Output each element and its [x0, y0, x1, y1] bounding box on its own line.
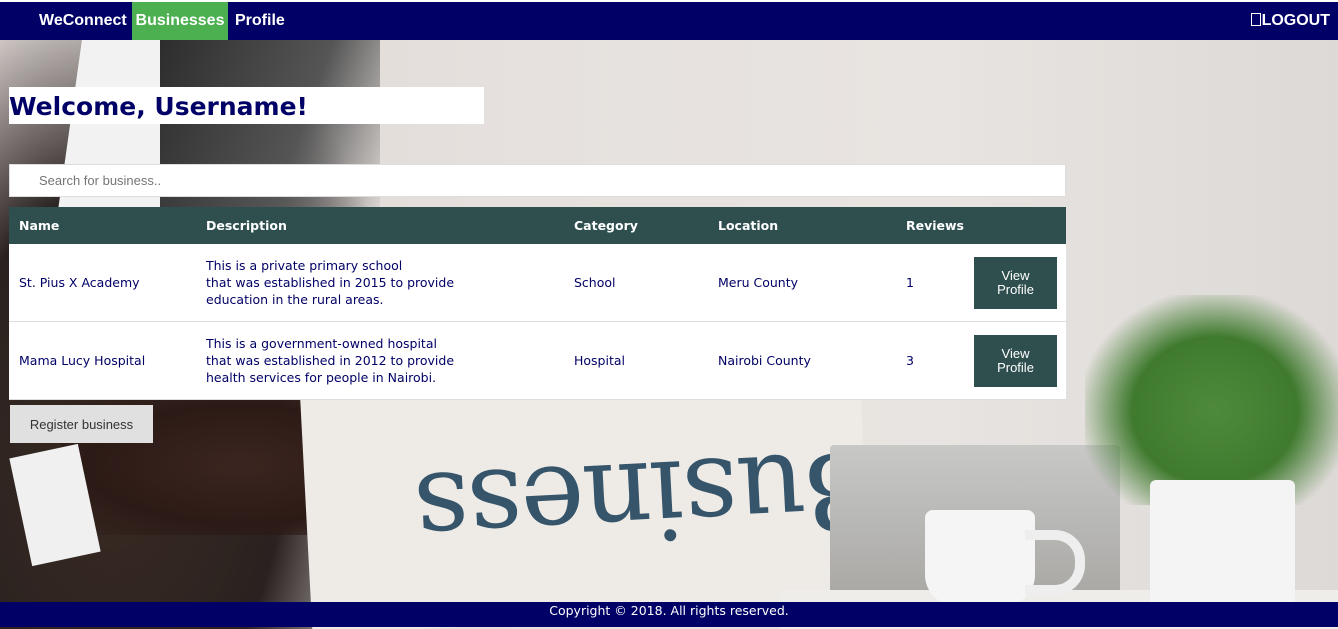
business-location: Meru County — [708, 244, 896, 322]
business-location: Nairobi County — [708, 321, 896, 400]
logout-label: LOGOUT — [1261, 12, 1330, 29]
footer: Copyright © 2018. All rights reserved. — [0, 602, 1338, 627]
page-title: Welcome, Username! — [9, 92, 308, 121]
view-profile-button[interactable]: View Profile — [974, 334, 1058, 387]
business-action: View Profile — [964, 244, 1066, 322]
table-header-row: Name Description Category Location Revie… — [9, 207, 1066, 244]
logout-icon — [1250, 13, 1261, 26]
welcome-banner: Welcome, Username! — [9, 87, 484, 124]
view-profile-button[interactable]: View Profile — [974, 256, 1058, 309]
newspaper-headline: Business — [412, 424, 887, 574]
brand-link[interactable]: WeConnect — [31, 2, 135, 40]
header-description: Description — [196, 207, 564, 244]
background-plant — [1085, 295, 1338, 505]
search-input[interactable] — [9, 164, 1066, 197]
nav-item-profile[interactable]: Profile — [227, 2, 293, 40]
background-cup — [925, 510, 1035, 605]
logout-link[interactable]: LOGOUT — [1243, 2, 1338, 40]
background-jacket — [160, 40, 380, 230]
business-name: Mama Lucy Hospital — [9, 321, 196, 400]
background-pot — [1150, 480, 1295, 605]
register-business-button[interactable]: Register business — [10, 405, 153, 443]
business-table: Name Description Category Location Revie… — [9, 207, 1066, 400]
header-category: Category — [564, 207, 708, 244]
navbar: WeConnect Businesses Profile LOGOUT — [0, 0, 1338, 40]
table-row: Mama Lucy Hospital This is a government-… — [9, 321, 1066, 400]
table-row: St. Pius X Academy This is a private pri… — [9, 244, 1066, 322]
header-name: Name — [9, 207, 196, 244]
header-action — [964, 207, 1066, 244]
business-reviews: 3 — [896, 321, 965, 400]
business-category: School — [564, 244, 708, 322]
header-location: Location — [708, 207, 896, 244]
business-description: This is a government-owned hospital that … — [196, 321, 564, 400]
header-reviews: Reviews — [896, 207, 965, 244]
background-cup-handle — [1025, 530, 1085, 595]
business-name: St. Pius X Academy — [9, 244, 196, 322]
business-action: View Profile — [964, 321, 1066, 400]
copyright-text: Copyright © 2018. All rights reserved. — [549, 603, 789, 618]
business-category: Hospital — [564, 321, 708, 400]
business-description: This is a private primary school that was… — [196, 244, 564, 322]
business-reviews: 1 — [896, 244, 965, 322]
nav-item-businesses[interactable]: Businesses — [132, 2, 228, 40]
